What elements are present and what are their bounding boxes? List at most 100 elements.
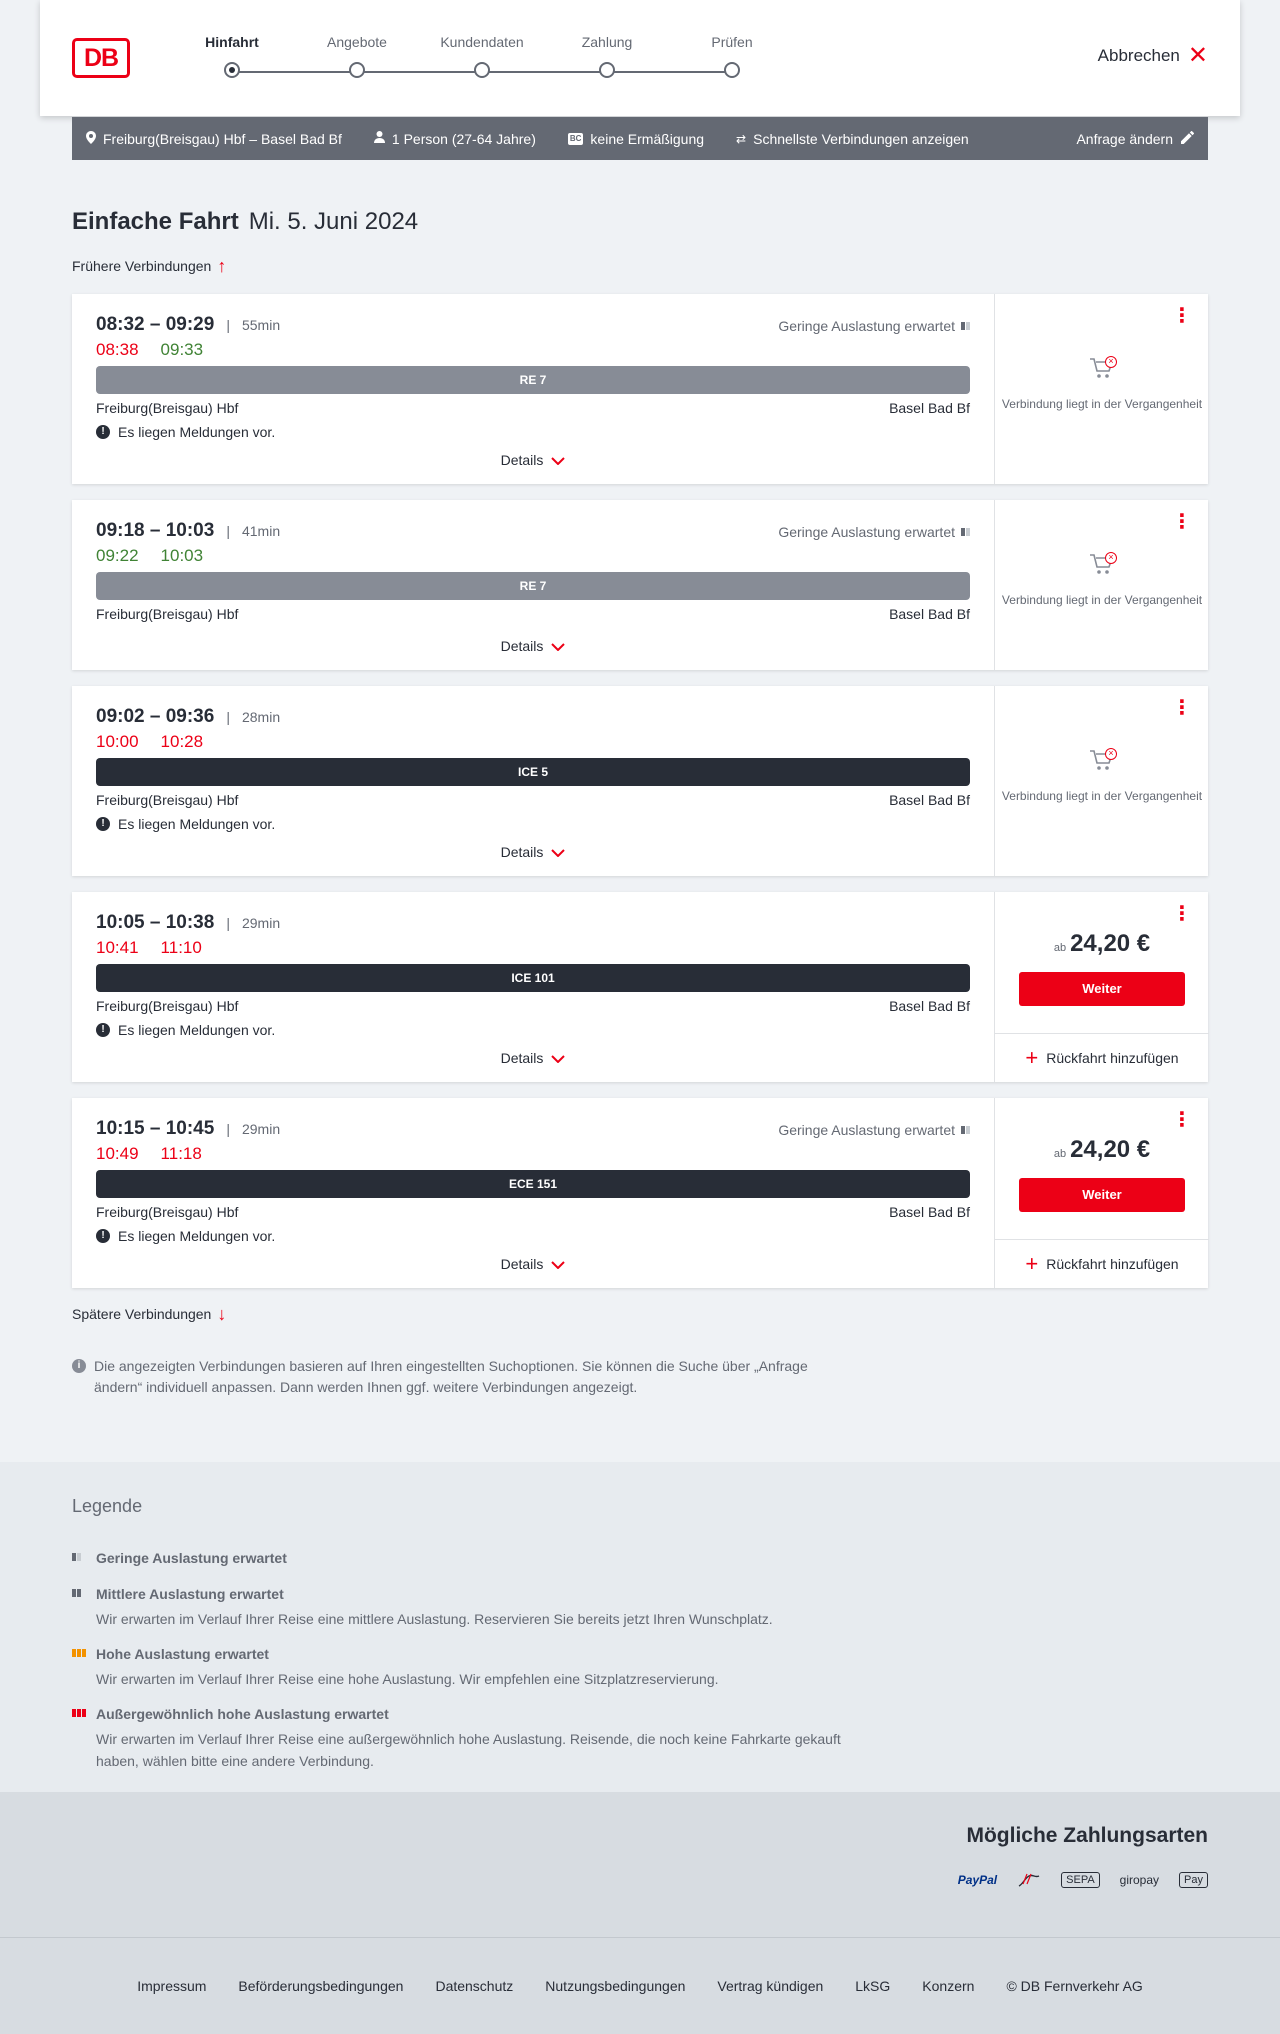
- step-kundendaten: Kundendaten: [422, 34, 542, 78]
- step-pruefen: Prüfen: [672, 34, 792, 78]
- more-options-icon[interactable]: ⋮: [1172, 698, 1192, 718]
- offer-panel: ⋮ ab 24,20 € Weiter + Rückfahrt hinzufüge…: [994, 1098, 1209, 1288]
- step-label: Angebote: [327, 34, 387, 50]
- credit-card-icon: [1017, 1868, 1041, 1891]
- footer-link-nutzungsbedingungen[interactable]: Nutzungsbedingungen: [545, 1978, 685, 1994]
- legend-desc: Wir erwarten im Verlauf Ihrer Reise eine…: [96, 1611, 773, 1627]
- departure-station: Freiburg(Breisgau) Hbf: [96, 998, 239, 1014]
- connection-info[interactable]: 08:32 – 09:29 | 55min 08:38 09:33 Geringe…: [72, 294, 994, 484]
- more-options-icon[interactable]: ⋮: [1172, 904, 1192, 924]
- close-icon: ✕: [1187, 42, 1208, 69]
- train-bar[interactable]: ICE 101: [96, 964, 970, 992]
- separator: |: [226, 1121, 230, 1137]
- messages-notice: ! Es liegen Meldungen vor.: [96, 816, 275, 832]
- step-dot: [599, 62, 615, 78]
- realtime-times: 10:49 11:18: [96, 1144, 224, 1164]
- past-notice: × Verbindung liegt in der Vergangenheit: [995, 748, 1209, 804]
- details-label: Details: [500, 1256, 544, 1272]
- details-toggle[interactable]: Details: [72, 1256, 994, 1272]
- details-toggle[interactable]: Details: [72, 1050, 994, 1066]
- separator: |: [226, 523, 230, 539]
- giropay-icon: giropay: [1119, 1872, 1160, 1887]
- alert-icon: !: [96, 817, 110, 831]
- footer-link-konzern[interactable]: Konzern: [922, 1978, 974, 1994]
- connection-info[interactable]: 09:18 – 10:03 | 41min 09:22 10:03 Geringe…: [72, 500, 994, 670]
- route-text: Freiburg(Breisgau) Hbf – Basel Bad Bf: [103, 130, 342, 147]
- planned-times: 09:02 – 09:36 | 28min: [96, 706, 280, 728]
- add-return-button[interactable]: + Rückfahrt hinzufügen: [995, 1033, 1209, 1081]
- swap-arrows-icon: ⇄: [736, 131, 747, 146]
- alert-icon: !: [96, 425, 110, 439]
- footer-link-lksg[interactable]: LkSG: [855, 1978, 890, 1994]
- departure-station: Freiburg(Breisgau) Hbf: [96, 792, 239, 808]
- earlier-label: Frühere Verbindungen: [72, 258, 212, 274]
- footer-link-impressum[interactable]: Impressum: [137, 1978, 206, 1994]
- continue-button[interactable]: Weiter: [1019, 1178, 1185, 1212]
- footer-link-datenschutz[interactable]: Datenschutz: [435, 1978, 513, 1994]
- price: ab 24,20 €: [995, 1136, 1209, 1164]
- details-toggle[interactable]: Details: [72, 844, 994, 860]
- arrival-station: Basel Bad Bf: [889, 400, 970, 416]
- later-connections-link[interactable]: Spätere Verbindungen ↓: [72, 1304, 227, 1324]
- step-angebote: Angebote: [297, 34, 417, 78]
- add-return-button[interactable]: + Rückfahrt hinzufügen: [995, 1239, 1209, 1287]
- alert-icon: !: [96, 1229, 110, 1243]
- more-options-icon[interactable]: ⋮: [1172, 306, 1192, 326]
- footer-link-vertrag-kuendigen[interactable]: Vertrag kündigen: [717, 1978, 823, 1994]
- fastest-option: ⇄ Schnellste Verbindungen anzeigen: [736, 131, 969, 147]
- connection-info[interactable]: 10:15 – 10:45 | 29min 10:49 11:18 Geringe…: [72, 1098, 994, 1288]
- continue-button[interactable]: Weiter: [1019, 972, 1185, 1006]
- add-return-label: Rückfahrt hinzufügen: [1046, 1049, 1179, 1066]
- train-bar[interactable]: ICE 5: [96, 758, 970, 786]
- messages-text: Es liegen Meldungen vor.: [118, 816, 276, 832]
- legend-title-text: Mittlere Auslastung erwartet: [96, 1586, 284, 1602]
- train-bar[interactable]: RE 7: [96, 366, 970, 394]
- edit-search-button[interactable]: Anfrage ändern: [1076, 130, 1195, 147]
- connection-info[interactable]: 09:02 – 09:36 | 28min 10:00 10:28 ICE 5 F…: [72, 686, 994, 876]
- connection-info[interactable]: 10:05 – 10:38 | 29min 10:41 11:10 ICE 101…: [72, 892, 994, 1082]
- planned-time: 10:05 – 10:38: [96, 912, 215, 933]
- bahncard-icon: BC: [567, 132, 584, 145]
- chevron-down-icon: [551, 1256, 566, 1272]
- stations: Freiburg(Breisgau) Hbf Basel Bad Bf: [96, 998, 970, 1014]
- occupancy-info: Geringe Auslastung erwartet: [778, 318, 970, 334]
- details-toggle[interactable]: Details: [72, 638, 994, 654]
- footer-link-befoerderungsbedingungen[interactable]: Beförderungsbedingungen: [238, 1978, 403, 1994]
- planned-times: 09:18 – 10:03 | 41min: [96, 520, 280, 542]
- details-toggle[interactable]: Details: [72, 452, 994, 468]
- db-logo[interactable]: DB: [72, 38, 130, 78]
- occupancy-info: Geringe Auslastung erwartet: [778, 524, 970, 540]
- legend-title-text: Außergewöhnlich hohe Auslastung erwartet: [96, 1706, 389, 1722]
- realtime-arrival: 10:03: [160, 546, 204, 565]
- header: DB Hinfahrt Angebote Kundendaten Zahlung…: [40, 0, 1240, 116]
- occupancy-medium-icon: [72, 1589, 81, 1597]
- arrow-up-icon: ↑: [217, 256, 227, 276]
- realtime-times: 10:00 10:28: [96, 732, 225, 752]
- arrow-down-icon: ↓: [217, 1304, 227, 1324]
- page-title: Einfache Fahrt Mi. 5. Juni 2024: [72, 208, 418, 236]
- pencil-icon: [1181, 130, 1195, 147]
- train-bar[interactable]: RE 7: [96, 572, 970, 600]
- info-notice: i Die angezeigten Verbindungen basieren …: [72, 1356, 852, 1398]
- details-label: Details: [500, 452, 544, 468]
- alert-icon: !: [96, 1023, 110, 1037]
- cancel-button[interactable]: Abbrechen ✕: [1097, 42, 1208, 69]
- past-text: Verbindung liegt in der Vergangenheit: [1001, 789, 1203, 803]
- cancel-label: Abbrechen: [1097, 46, 1180, 65]
- paypal-icon: PayPal: [957, 1872, 998, 1887]
- legend: Legende Geringe Auslastung erwartet Mitt…: [0, 1462, 1280, 1792]
- occupancy-text: Geringe Auslastung erwartet: [778, 524, 955, 540]
- footer: Impressum Beförderungsbedingungen Datens…: [0, 1938, 1280, 2034]
- step-label: Kundendaten: [440, 34, 524, 50]
- legend-title-text: Geringe Auslastung erwartet: [96, 1550, 287, 1566]
- stations: Freiburg(Breisgau) Hbf Basel Bad Bf: [96, 792, 970, 808]
- legend-title-text: Hohe Auslastung erwartet: [96, 1646, 269, 1662]
- step-zahlung: Zahlung: [547, 34, 667, 78]
- more-options-icon[interactable]: ⋮: [1172, 1110, 1192, 1130]
- planned-time: 08:32 – 09:29: [96, 314, 215, 335]
- more-options-icon[interactable]: ⋮: [1172, 512, 1192, 532]
- earlier-connections-link[interactable]: Frühere Verbindungen ↑: [72, 256, 227, 276]
- apple-pay-icon: Pay: [1179, 1871, 1208, 1888]
- occupancy-low-icon: [961, 322, 970, 330]
- train-bar[interactable]: ECE 151: [96, 1170, 970, 1198]
